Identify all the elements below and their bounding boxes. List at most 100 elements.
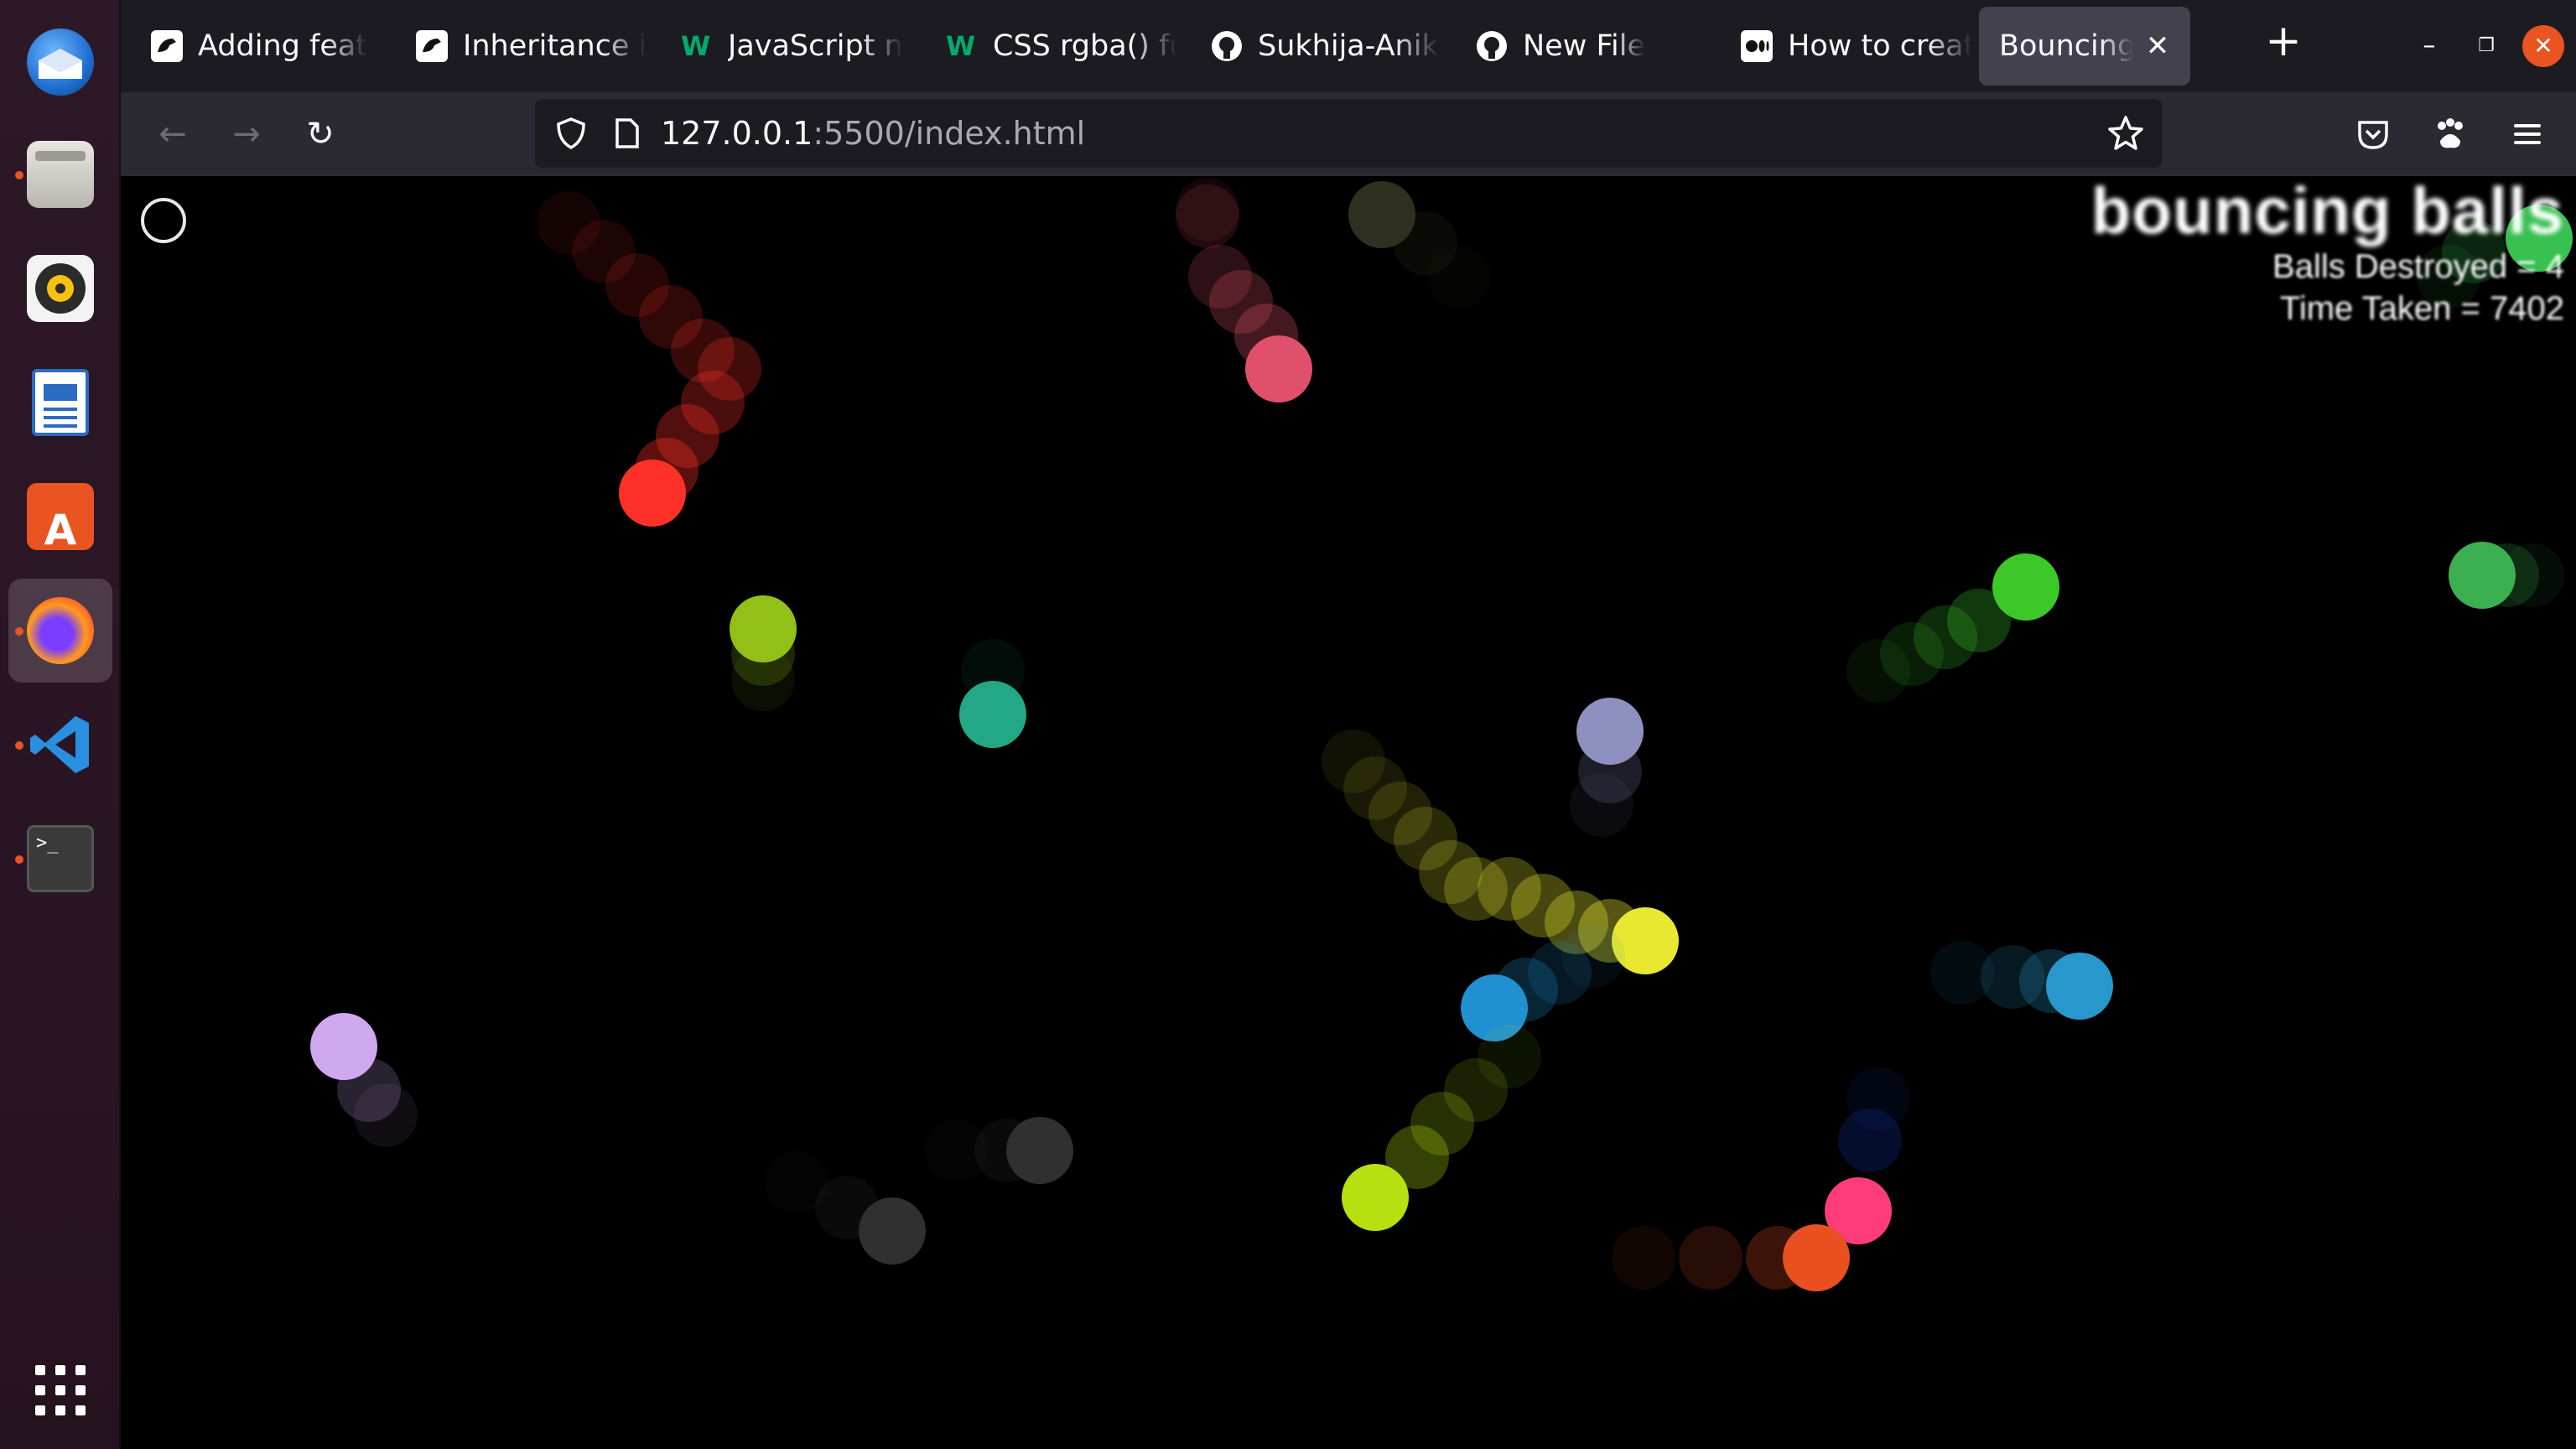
ball-head <box>619 460 686 527</box>
ball-head <box>1576 698 1644 765</box>
back-icon[interactable]: ← <box>148 109 198 159</box>
tab-title: Bouncing ball <box>1999 29 2133 63</box>
url-path: :5500/index.html <box>813 115 1086 152</box>
vscode-icon <box>27 711 94 778</box>
ball-0 <box>537 191 761 527</box>
rhythmbox-launcher[interactable] <box>8 236 112 340</box>
tab-css-rgba[interactable]: W CSS rgba() fu <box>926 7 1177 86</box>
thunderbird-icon <box>27 29 94 96</box>
tab-how-to-create[interactable]: How to creat <box>1721 7 1972 86</box>
firefox-launcher[interactable] <box>8 579 112 683</box>
thunderbird-launcher[interactable] <box>8 10 112 114</box>
ball-head <box>1348 181 1415 248</box>
page-canvas[interactable]: bouncing balls Balls Destroyed = 4 Time … <box>121 176 2576 1449</box>
w3schools-icon: W <box>946 30 976 62</box>
show-apps-icon <box>27 1357 94 1424</box>
url-host: 127.0.0.1 <box>661 115 813 152</box>
pocket-icon[interactable] <box>2355 116 2392 153</box>
ball-trail <box>1679 1226 1742 1290</box>
ball-head <box>730 595 797 662</box>
tab-inheritance[interactable]: Inheritance i <box>396 7 647 86</box>
tab-strip: Adding feat Inheritance i W JavaScript n… <box>121 0 2576 92</box>
tab-bouncing-balls[interactable]: Bouncing ball ✕ <box>1979 7 2190 86</box>
w3schools-icon: W <box>681 30 711 62</box>
url-text[interactable]: 127.0.0.1:5500/index.html <box>661 99 1085 168</box>
forward-icon[interactable]: → <box>221 109 272 159</box>
ball-head <box>1342 1164 1409 1231</box>
page-heading: bouncing balls <box>2090 176 2564 247</box>
close-window-icon[interactable]: ✕ <box>2522 25 2564 67</box>
writer-icon <box>32 369 89 436</box>
ball-trail <box>1612 1226 1675 1290</box>
bookmark-star-icon[interactable] <box>2106 114 2145 153</box>
extension-paw-icon[interactable] <box>2432 116 2469 153</box>
ball-2 <box>730 595 797 711</box>
tab-title: How to creat <box>1788 29 1972 63</box>
new-tab-button[interactable]: + <box>2262 19 2304 63</box>
url-bar[interactable]: 127.0.0.1:5500/index.html <box>535 99 2162 168</box>
ball-10 <box>2449 542 2564 609</box>
app-center-icon: A <box>27 483 94 551</box>
balls-destroyed-counter: Balls Destroyed = 4 <box>2272 248 2564 285</box>
time-taken-counter: Time Taken = 7402 <box>2279 290 2564 327</box>
ball-head <box>959 681 1026 748</box>
ball-head <box>1783 1224 1850 1291</box>
tab-title: JavaScript n <box>728 29 903 63</box>
tab-title: Sukhija-Anik <box>1258 29 1439 63</box>
running-indicator <box>15 171 23 179</box>
bird-icon <box>416 30 448 62</box>
terminal-launcher[interactable]: >_ <box>8 807 112 911</box>
libreoffice-writer-launcher[interactable] <box>8 351 112 454</box>
files-icon <box>27 141 94 208</box>
restore-icon[interactable]: ❐ <box>2465 25 2507 67</box>
page-info-icon[interactable] <box>609 116 644 151</box>
evil-circle <box>141 198 186 243</box>
bird-icon <box>151 30 183 62</box>
vscode-launcher[interactable] <box>8 693 112 797</box>
ball-11 <box>1825 1067 1910 1244</box>
close-tab-icon[interactable]: ✕ <box>2140 29 2175 64</box>
files-launcher[interactable] <box>8 122 112 226</box>
ball-head <box>1006 1117 1073 1184</box>
running-indicator <box>15 741 23 750</box>
ball-trail <box>1176 184 1239 248</box>
rhythmbox-icon <box>27 255 94 322</box>
reload-icon[interactable]: ↻ <box>295 109 345 159</box>
running-indicator <box>15 855 23 864</box>
show-applications-button[interactable] <box>8 1338 112 1442</box>
minimize-icon[interactable]: – <box>2408 25 2450 67</box>
ball-12 <box>1612 1224 1850 1291</box>
ball-7 <box>1570 698 1644 837</box>
tab-title: CSS rgba() fu <box>993 29 1177 63</box>
tab-adding-features[interactable]: Adding feat <box>131 7 382 86</box>
shield-icon[interactable] <box>553 116 589 151</box>
firefox-icon <box>27 597 94 664</box>
ball-3 <box>959 639 1026 748</box>
ubuntu-software-launcher[interactable]: A <box>8 465 112 569</box>
desktop-screen: A >_ Adding feat Inheritance i W JavaScr… <box>0 0 2576 1449</box>
ball-head <box>1992 553 2059 621</box>
running-indicator <box>15 627 23 636</box>
ball-13 <box>310 1013 418 1147</box>
balls-canvas <box>310 178 2573 1291</box>
tab-github-repo[interactable]: Sukhija-Anik <box>1191 7 1442 86</box>
ball-trail <box>1838 1109 1902 1172</box>
github-icon <box>1211 30 1243 62</box>
terminal-icon: >_ <box>27 825 94 892</box>
ball-1 <box>1176 178 1312 402</box>
ball-head <box>859 1197 926 1265</box>
tab-javascript[interactable]: W JavaScript n <box>661 7 912 86</box>
tab-title: Inheritance i <box>463 29 647 63</box>
ball-head <box>2046 953 2113 1020</box>
ball-16 <box>1348 181 1491 309</box>
tab-title: Adding feat <box>198 29 368 63</box>
tab-title: New File <box>1523 29 1646 63</box>
ball-9 <box>1930 941 2113 1020</box>
github-icon <box>1476 30 1508 62</box>
tab-new-file[interactable]: New File <box>1456 7 1707 86</box>
ball-5 <box>1461 924 1625 1041</box>
ball-6 <box>1342 1025 1541 1231</box>
ball-14 <box>924 1117 1073 1184</box>
hamburger-menu-icon[interactable] <box>2509 116 2546 153</box>
medium-icon <box>1741 30 1773 62</box>
